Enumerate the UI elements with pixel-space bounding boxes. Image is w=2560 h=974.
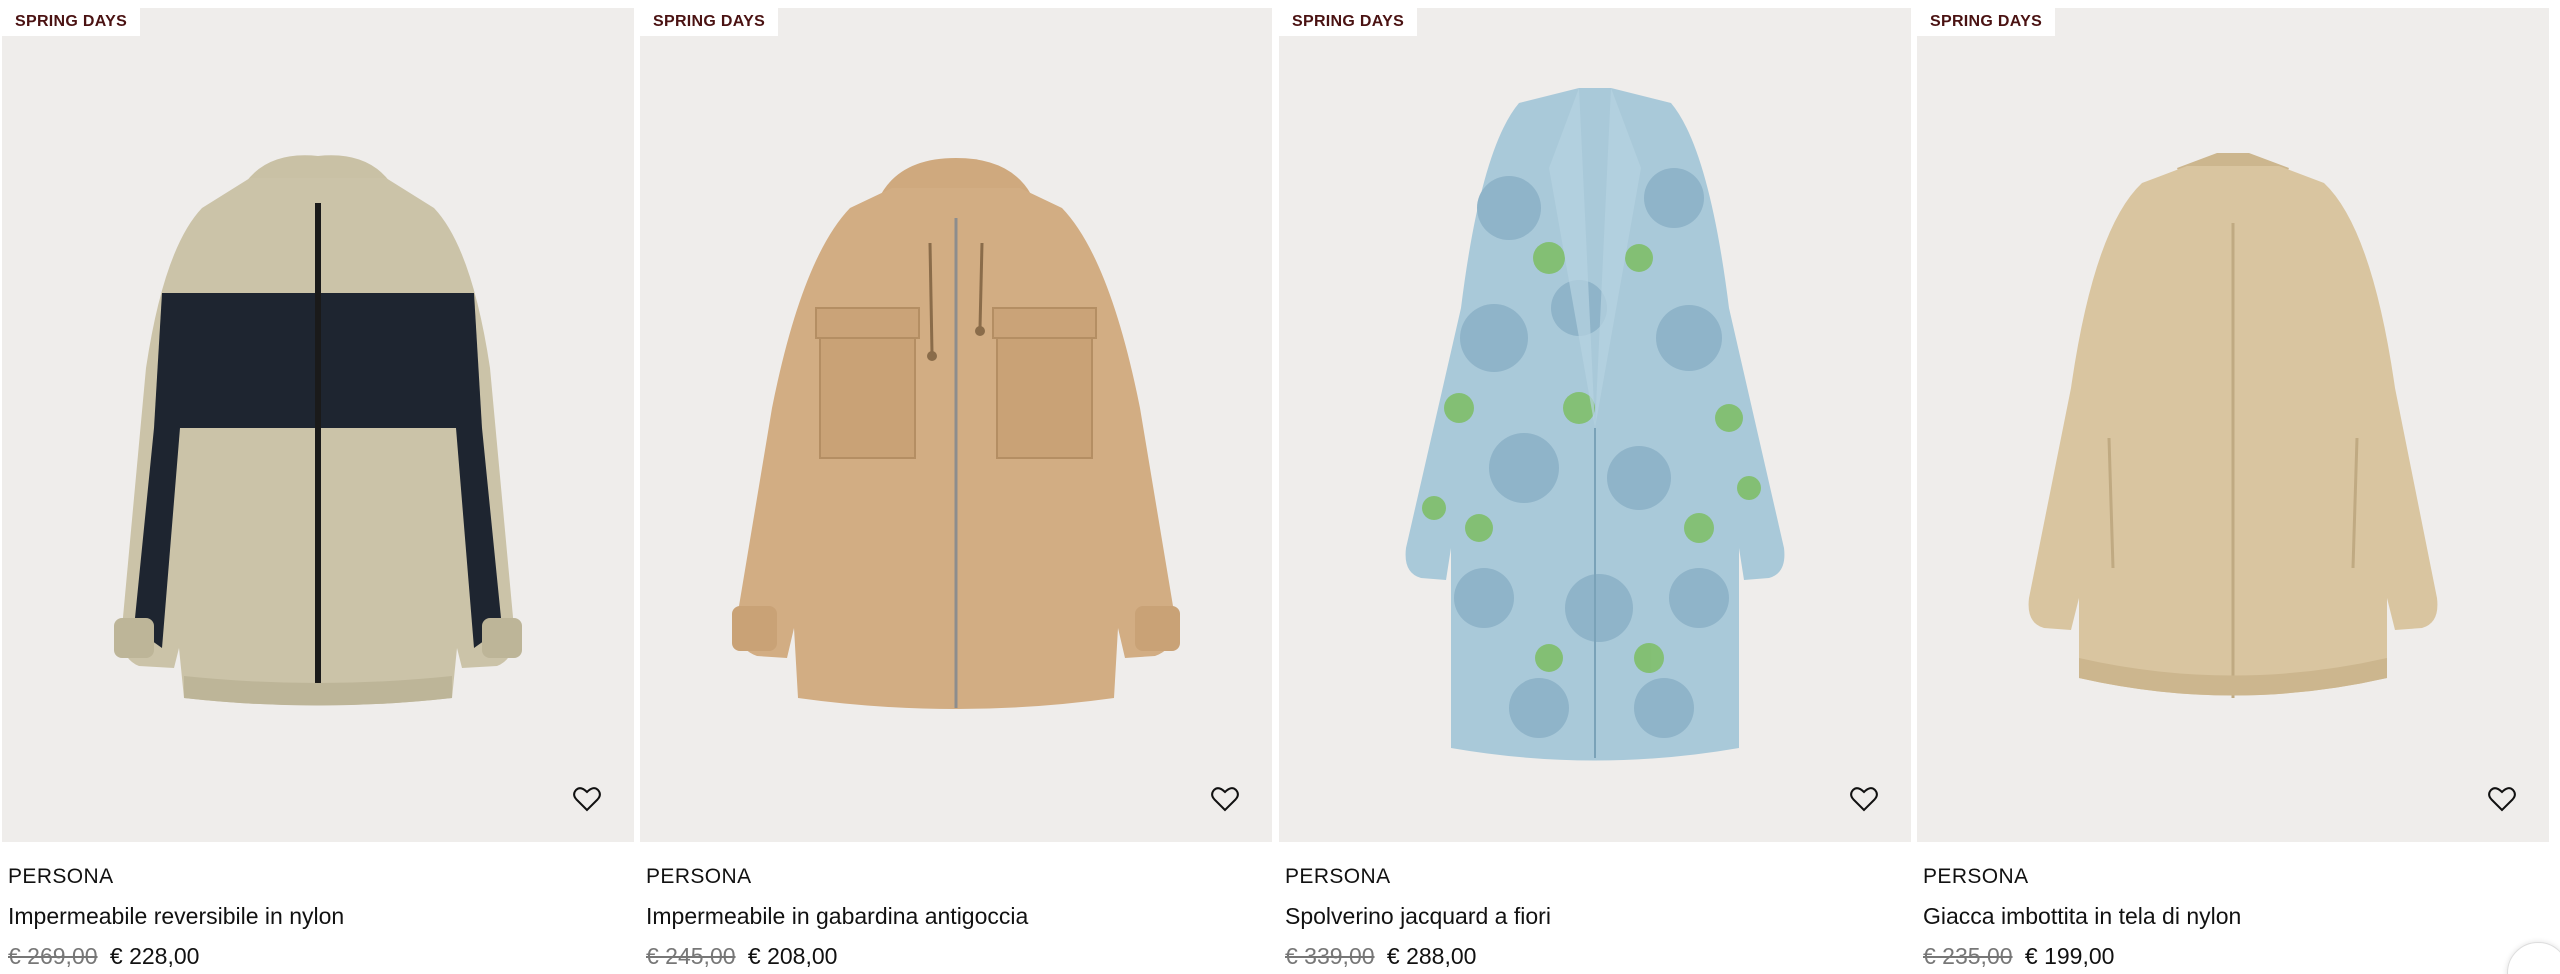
sale-price: € 199,00 <box>2024 943 2115 969</box>
product-info: PERSONA Giacca imbottita in tela di nylo… <box>1917 864 2549 970</box>
product-name-link[interactable]: Impermeabile in gabardina antigoccia <box>646 902 1272 930</box>
product-card[interactable]: SPRING DAYS PERSONA Impermeabile in gaba… <box>640 8 1272 974</box>
product-name-link[interactable]: Impermeabile reversibile in nylon <box>8 902 634 930</box>
add-to-wishlist-button[interactable] <box>1847 782 1881 816</box>
original-price: € 269,00 <box>8 943 98 969</box>
product-info: PERSONA Spolverino jacquard a fiori € 33… <box>1279 864 1911 970</box>
product-brand: PERSONA <box>646 865 752 888</box>
original-price: € 339,00 <box>1285 943 1375 969</box>
sale-price: € 288,00 <box>1386 943 1477 969</box>
product-prices: € 269,00 € 228,00 <box>8 942 634 970</box>
product-info: PERSONA Impermeabile in gabardina antigo… <box>640 864 1272 970</box>
product-card[interactable]: SPRING DAYS PERSONA Spolverino jacquard … <box>1279 8 1911 974</box>
promo-badge: SPRING DAYS <box>2 8 141 36</box>
padded-nylon-jacket-image <box>2028 153 2438 698</box>
add-to-wishlist-button[interactable] <box>570 782 604 816</box>
product-image-area[interactable]: SPRING DAYS <box>2 8 634 842</box>
reversible-nylon-jacket-image <box>114 155 522 706</box>
product-image-area[interactable]: SPRING DAYS <box>1279 8 1911 842</box>
product-name-link[interactable]: Spolverino jacquard a fiori <box>1285 902 1911 930</box>
product-brand: PERSONA <box>1923 865 2029 888</box>
product-prices: € 245,00 € 208,00 <box>646 942 1272 970</box>
product-image-area[interactable]: SPRING DAYS <box>640 8 1272 842</box>
gabardine-raincoat-image <box>732 158 1180 709</box>
product-grid: SPRING DAYS PERSONA Impermeabile reversi… <box>0 0 2560 974</box>
original-price: € 245,00 <box>646 943 736 969</box>
product-info: PERSONA Impermeabile reversibile in nylo… <box>2 864 634 970</box>
product-card[interactable]: SPRING DAYS PERSONA Giacca imbottita in … <box>1917 8 2560 974</box>
product-prices: € 235,00 € 199,00 <box>1923 942 2549 970</box>
heart-icon <box>1211 787 1239 812</box>
heart-icon <box>573 787 601 812</box>
add-to-wishlist-button[interactable] <box>1208 782 1242 816</box>
product-brand: PERSONA <box>1285 865 1391 888</box>
product-brand: PERSONA <box>8 865 114 888</box>
product-name-link[interactable]: Giacca imbottita in tela di nylon <box>1923 902 2549 930</box>
product-image-area[interactable]: SPRING DAYS <box>1917 8 2549 842</box>
promo-badge: SPRING DAYS <box>640 8 779 36</box>
add-to-wishlist-button[interactable] <box>2485 782 2519 816</box>
heart-icon <box>1850 787 1878 812</box>
sale-price: € 228,00 <box>109 943 200 969</box>
sale-price: € 208,00 <box>747 943 838 969</box>
heart-icon <box>2488 787 2516 812</box>
product-prices: € 339,00 € 288,00 <box>1285 942 1911 970</box>
original-price: € 235,00 <box>1923 943 2013 969</box>
promo-badge: SPRING DAYS <box>1279 8 1418 36</box>
product-card[interactable]: SPRING DAYS PERSONA Impermeabile reversi… <box>2 8 634 974</box>
promo-badge: SPRING DAYS <box>1917 8 2056 36</box>
floral-jacquard-duster-image <box>1405 88 1785 761</box>
